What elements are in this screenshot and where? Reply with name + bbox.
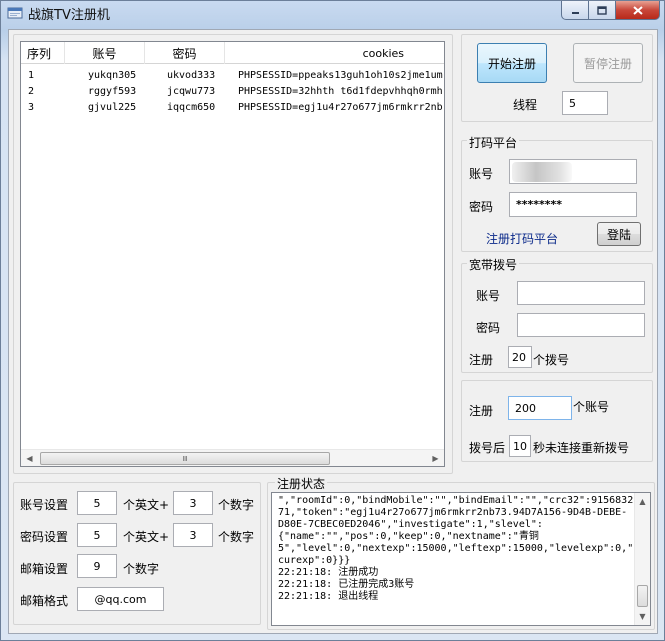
password-digits-suffix: 个数字	[218, 530, 255, 544]
log-line: ","roomId":0,"bindMobile":"","bindEmail"…	[278, 495, 634, 506]
log-line: 71,"token":"egj1u4r27o677jm6rmkrr2nb73.9…	[278, 507, 628, 518]
blurred-account	[512, 162, 572, 182]
cell-account: yukqn305	[88, 70, 137, 81]
threads-label: 线程	[513, 98, 538, 112]
log-line: 5","level":0,"nextexp":15000,"leftexp":1…	[278, 543, 634, 554]
broadband-account-label: 账号	[476, 289, 501, 303]
minimize-icon	[571, 11, 579, 14]
redial-label: 拨号后	[469, 441, 506, 455]
email-digits-suffix: 个数字	[123, 562, 160, 576]
window-title: 战旗TV注册机	[28, 8, 110, 23]
close-icon	[632, 5, 643, 15]
login-button[interactable]: 登陆	[597, 222, 641, 246]
close-button[interactable]	[616, 1, 660, 20]
threads-input[interactable]: 5	[562, 91, 608, 115]
captcha-group-title: 打码平台	[467, 134, 520, 151]
maximize-button[interactable]	[589, 1, 616, 20]
log-line: curexp":0}}}	[278, 555, 351, 566]
cell-account: rggyf593	[88, 86, 137, 97]
column-seq[interactable]: 序列	[21, 42, 65, 64]
maximize-icon	[597, 5, 607, 15]
scroll-left-icon[interactable]: ◀	[21, 450, 38, 466]
password-settings-label: 密码设置	[20, 530, 69, 544]
status-group-title: 注册状态	[275, 475, 328, 492]
password-letters-input[interactable]: 5	[77, 523, 117, 547]
cell-seq: 2	[28, 86, 35, 97]
email-format-input[interactable]: @qq.com	[77, 587, 164, 611]
column-cookies[interactable]: cookies	[225, 42, 444, 64]
register-count-suffix: 个账号	[573, 400, 610, 414]
register-count-label: 注册	[469, 404, 494, 418]
log-line: 22:21:18: 已注册完成3账号	[278, 579, 415, 590]
cell-cookies: PHPSESSID=ppeaks13guh1oh10s2jme1um	[238, 70, 443, 81]
pause-register-button[interactable]: 暂停注册	[573, 43, 643, 83]
broadband-password-label: 密码	[476, 321, 501, 335]
captcha-account-label: 账号	[469, 167, 494, 181]
broadband-password-input[interactable]	[517, 313, 645, 337]
cell-password: ukvod333	[167, 70, 216, 81]
cell-account: gjvul225	[88, 102, 137, 113]
table-row[interactable]: 1 yukqn305 ukvod333 PHPSESSID=ppeaks13gu…	[21, 68, 444, 85]
table-row[interactable]: 3 gjvul225 iqqcm650 PHPSESSID=egj1u4r27o…	[21, 100, 444, 117]
captcha-password-label: 密码	[469, 200, 494, 214]
table-row[interactable]: 2 rggyf593 jcqwu773 PHPSESSID=32hhth t6d…	[21, 84, 444, 101]
password-letters-suffix: 个英文+	[123, 530, 170, 544]
redial-suffix: 秒未连接重新拨号	[533, 441, 630, 455]
register-captcha-link[interactable]: 注册打码平台	[486, 230, 558, 247]
status-log[interactable]: ","roomId":0,"bindMobile":"","bindEmail"…	[271, 492, 651, 626]
dial-suffix-label: 个拨号	[533, 353, 570, 367]
cell-cookies: PHPSESSID=egj1u4r27o677jm6rmkrr2nb	[238, 102, 443, 113]
app-window-icon	[7, 7, 23, 19]
account-letters-suffix: 个英文+	[123, 498, 170, 512]
account-settings-label: 账号设置	[20, 498, 69, 512]
log-scroll-thumb[interactable]	[637, 585, 648, 607]
cell-password: iqqcm650	[167, 102, 216, 113]
log-line: 22:21:18: 退出线程	[278, 591, 379, 602]
client-area: 序列 账号 密码 cookies 1 yukqn305 ukvod333 PHP…	[8, 29, 658, 634]
log-line: D80E-7CBEC0ED2046","investigate":1,"slev…	[278, 519, 543, 530]
redial-seconds-input[interactable]: 10	[509, 435, 531, 457]
cell-seq: 1	[28, 70, 35, 81]
start-register-button[interactable]: 开始注册	[477, 43, 547, 83]
column-account[interactable]: 账号	[65, 42, 145, 64]
broadband-group-title: 宽带拨号	[467, 256, 520, 273]
log-line: 22:21:18: 注册成功	[278, 567, 379, 578]
broadband-account-input[interactable]	[517, 281, 645, 305]
scroll-up-icon[interactable]: ▲	[635, 493, 650, 510]
horizontal-scrollbar[interactable]: ◀ Ⅲ ▶	[21, 449, 444, 466]
scroll-right-icon[interactable]: ▶	[427, 450, 444, 466]
dial-register-label: 注册	[469, 353, 494, 367]
account-digits-suffix: 个数字	[218, 498, 255, 512]
main-window: 战旗TV注册机 序列 账号 密码 cookies 1 yukqn305 ukvo…	[0, 0, 665, 641]
log-line: {"name":"","pos":0,"keep":0,"nextname":"…	[278, 531, 539, 542]
email-format-label: 邮箱格式	[20, 594, 69, 608]
account-digits-input[interactable]: 3	[173, 491, 213, 515]
register-count-input[interactable]: 200	[508, 396, 572, 420]
email-digits-input[interactable]: 9	[77, 554, 117, 578]
title-bar[interactable]: 战旗TV注册机	[1, 1, 664, 25]
cell-seq: 3	[28, 102, 35, 113]
scroll-thumb[interactable]: Ⅲ	[40, 452, 330, 465]
table-header: 序列 账号 密码 cookies	[21, 42, 444, 64]
accounts-table[interactable]: 序列 账号 密码 cookies 1 yukqn305 ukvod333 PHP…	[20, 41, 445, 467]
dial-count-input[interactable]: 20	[508, 346, 532, 368]
captcha-password-input[interactable]: ********	[509, 192, 637, 217]
window-controls	[561, 1, 660, 20]
scroll-down-icon[interactable]: ▼	[635, 608, 650, 625]
vertical-scrollbar[interactable]: ▲ ▼	[634, 493, 650, 625]
minimize-button[interactable]	[561, 1, 589, 20]
account-letters-input[interactable]: 5	[77, 491, 117, 515]
column-password[interactable]: 密码	[145, 42, 225, 64]
cell-cookies: PHPSESSID=32hhth t6d1fdepvhhqh0rmh7	[238, 86, 443, 97]
password-digits-input[interactable]: 3	[173, 523, 213, 547]
email-settings-label: 邮箱设置	[20, 562, 69, 576]
cell-password: jcqwu773	[167, 86, 216, 97]
